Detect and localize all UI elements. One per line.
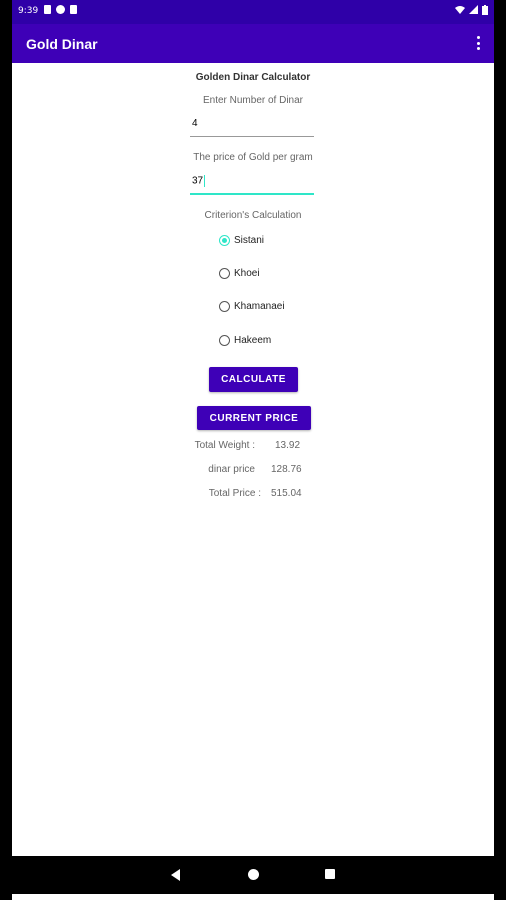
dinar-price-value: 128.76 (271, 464, 302, 475)
wifi-icon (455, 6, 465, 14)
radio-option-label: Hakeem (234, 334, 272, 346)
calculator-title: Golden Dinar Calculator (195, 72, 311, 83)
home-icon[interactable] (248, 869, 259, 880)
gold-price-label: The price of Gold per gram (193, 152, 313, 163)
total-price-label: Total Price : (208, 488, 261, 499)
dinar-price-label: dinar price (208, 464, 255, 475)
dinar-count-value: 4 (192, 118, 198, 129)
sd-card-icon (70, 5, 77, 14)
radio-checked-icon (219, 234, 230, 246)
radio-option-label: Khoei (234, 267, 260, 279)
dinar-count-label: Enter Number of Dinar (202, 95, 304, 106)
radio-option-khamanaei[interactable]: Khamanaei (219, 296, 285, 316)
system-icons (455, 5, 488, 15)
sync-icon (56, 5, 65, 14)
calculator-content: Golden Dinar Calculator Enter Number of … (12, 63, 494, 856)
dinar-count-input[interactable]: 4 (190, 116, 314, 137)
navigation-bar (12, 856, 494, 894)
radio-unchecked-icon (219, 300, 230, 312)
battery-icon (482, 5, 488, 15)
notification-icon (44, 5, 51, 14)
notification-icons (44, 5, 77, 14)
text-caret (204, 175, 206, 187)
calculate-button[interactable]: CALCULATE (209, 367, 298, 392)
recent-apps-icon[interactable] (325, 869, 335, 879)
signal-icon (469, 5, 478, 14)
current-price-button[interactable]: CURRENT PRICE (197, 406, 311, 430)
radio-unchecked-icon (219, 334, 230, 346)
app-title: Gold Dinar (26, 36, 98, 52)
overflow-menu-icon[interactable] (474, 34, 482, 52)
radio-option-label: Sistani (234, 234, 265, 246)
total-price-value: 515.04 (271, 488, 302, 499)
status-bar: 9:39 (12, 0, 494, 24)
back-icon[interactable] (171, 869, 180, 881)
criterion-label: Criterion's Calculation (204, 210, 302, 221)
radio-unchecked-icon (219, 267, 230, 279)
app-bar: Gold Dinar (12, 24, 494, 63)
radio-option-hakeem[interactable]: Hakeem (219, 330, 271, 350)
radio-option-label: Khamanaei (234, 300, 285, 312)
radio-option-sistani[interactable]: Sistani (219, 230, 264, 250)
total-weight-value: 13.92 (275, 440, 301, 451)
total-weight-label: Total Weight : (194, 440, 255, 451)
gold-price-input[interactable]: 37 (190, 173, 314, 195)
gold-price-value: 37 (192, 175, 204, 187)
device-screen: 9:39 Gold Dinar Golden Dinar Calculator … (12, 0, 494, 900)
status-time: 9:39 (18, 6, 39, 16)
radio-option-khoei[interactable]: Khoei (219, 263, 260, 283)
